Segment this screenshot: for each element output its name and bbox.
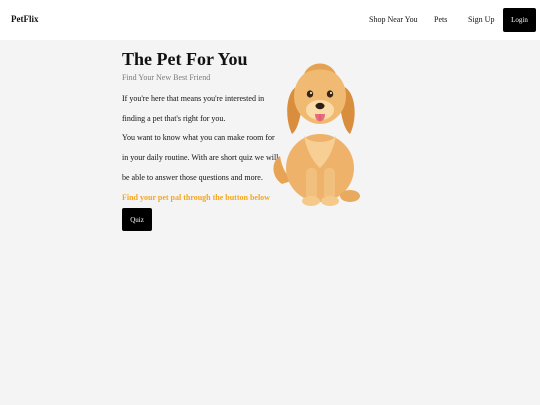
quiz-button[interactable]: Quiz: [122, 208, 152, 231]
golden-retriever-puppy-image: [273, 63, 360, 206]
hero-paragraph-line: You want to know what you can make room …: [122, 133, 275, 142]
nav-link-shop-near-you[interactable]: Shop Near You: [369, 15, 418, 24]
nav-link-pets[interactable]: Pets: [434, 15, 447, 24]
brand-logo[interactable]: PetFlix: [11, 14, 39, 24]
navbar: PetFlix Shop Near You Pets Sign Up Login: [0, 0, 540, 40]
hero-paragraph-line: finding a pet that's right for you.: [122, 114, 226, 123]
nav-link-sign-up[interactable]: Sign Up: [468, 15, 494, 24]
hero-paragraph-line: be able to answer those questions and mo…: [122, 173, 263, 182]
hero-paragraph-line: in your daily routine. With are short qu…: [122, 153, 279, 162]
call-to-action-text: Find your pet pal through the button bel…: [122, 193, 270, 202]
hero-subtitle: Find Your New Best Friend: [122, 73, 211, 82]
hero-title: The Pet For You: [122, 49, 248, 69]
login-button[interactable]: Login: [503, 8, 536, 32]
hero-paragraph-line: If you're here that means you're interes…: [122, 94, 265, 103]
